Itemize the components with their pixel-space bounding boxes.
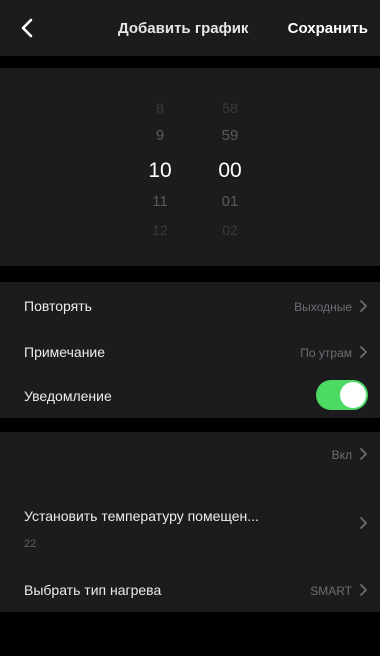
repeat-value: Выходные <box>294 300 352 314</box>
selected-minute[interactable]: 00 <box>200 158 260 184</box>
chevron-right-icon <box>358 345 368 359</box>
note-row[interactable]: Примечание По утрам <box>0 328 380 372</box>
minute-option[interactable]: 58 <box>200 98 260 118</box>
power-value: Вкл <box>331 448 352 462</box>
schedule-settings-group: Повторять Выходные Примечание По утрам У… <box>0 282 380 418</box>
selected-hour[interactable]: 10 <box>130 158 190 184</box>
chevron-left-icon <box>21 18 33 38</box>
minute-option[interactable]: 01 <box>200 192 260 212</box>
page-title: Добавить график <box>118 20 249 37</box>
nav-header: Добавить график Сохранить <box>0 0 380 56</box>
hour-option[interactable]: 8 <box>130 98 190 118</box>
chevron-right-icon <box>358 583 368 597</box>
notification-label: Уведомление <box>24 388 112 404</box>
heating-type-label: Выбрать тип нагрева <box>24 582 162 598</box>
save-button[interactable]: Сохранить <box>288 20 368 37</box>
room-temperature-row[interactable]: Установить температуру помещен... 22 <box>0 478 380 570</box>
notification-toggle[interactable] <box>316 380 368 410</box>
hour-option[interactable]: 11 <box>130 192 190 212</box>
heating-type-row[interactable]: Выбрать тип нагрева SMART <box>0 570 380 612</box>
repeat-row[interactable]: Повторять Выходные <box>0 282 380 328</box>
time-picker[interactable]: 8 9 10 11 12 58 59 00 01 02 <box>0 68 380 266</box>
chevron-right-icon <box>358 299 368 313</box>
room-temperature-label: Установить температуру помещен... <box>24 508 259 524</box>
note-label: Примечание <box>24 344 106 360</box>
room-temperature-value: 22 <box>24 538 37 550</box>
power-row[interactable]: Вкл <box>0 432 380 478</box>
hour-option[interactable]: 9 <box>130 126 190 146</box>
hour-option[interactable]: 12 <box>130 220 190 240</box>
minute-option[interactable]: 59 <box>200 126 260 146</box>
chevron-right-icon <box>358 447 368 461</box>
chevron-right-icon <box>358 516 368 530</box>
repeat-label: Повторять <box>24 298 92 314</box>
note-value: По утрам <box>300 346 352 360</box>
heating-type-value: SMART <box>310 584 352 598</box>
back-button[interactable] <box>14 14 42 42</box>
minute-option[interactable]: 02 <box>200 220 260 240</box>
toggle-knob <box>340 382 366 408</box>
heating-settings-group: Вкл Установить температуру помещен... 22… <box>0 432 380 612</box>
notification-row: Уведомление <box>0 372 380 418</box>
